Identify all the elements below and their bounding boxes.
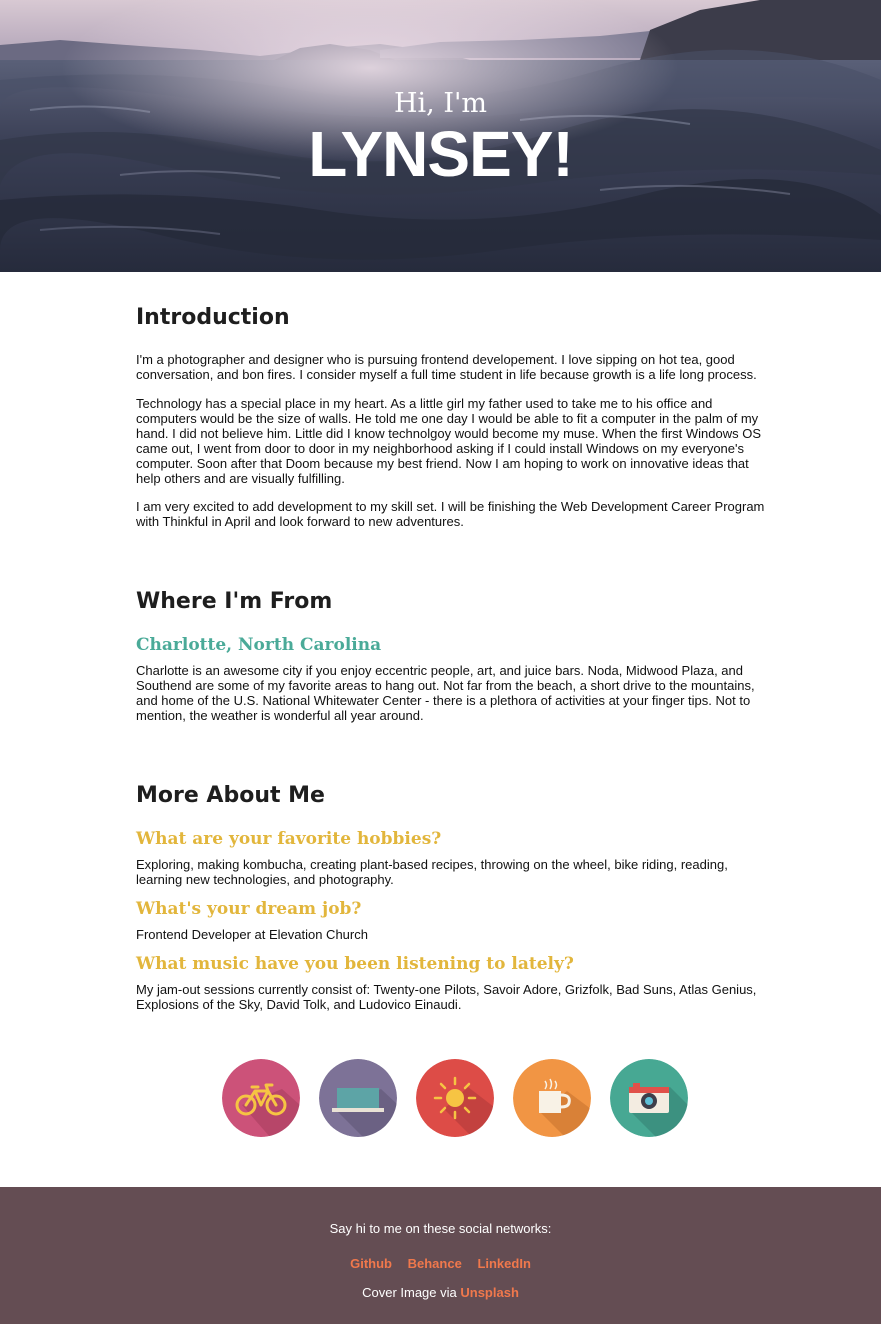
cover-credit: Cover Image via Unsplash xyxy=(0,1285,881,1300)
from-title: Where I'm From xyxy=(136,589,333,614)
behance-link[interactable]: Behance xyxy=(408,1256,462,1271)
question-music: What music have you been listening to la… xyxy=(136,954,574,974)
unsplash-link[interactable]: Unsplash xyxy=(460,1285,519,1300)
intro-title: Introduction xyxy=(136,305,290,330)
sun-icon xyxy=(416,1059,494,1137)
answer-hobbies: Exploring, making kombucha, creating pla… xyxy=(136,857,728,887)
github-link[interactable]: Github xyxy=(350,1256,392,1271)
hero-greeting: Hi, I'm xyxy=(393,88,488,119)
linkedin-link[interactable]: LinkedIn xyxy=(477,1256,530,1271)
footer-social-text: Say hi to me on these social networks: xyxy=(329,1221,552,1236)
answer-music: My jam-out sessions currently consist of… xyxy=(136,982,757,1012)
cover-credit-text: Cover Image via xyxy=(362,1285,457,1300)
from-text: Charlotte is an awesome city if you enjo… xyxy=(136,663,755,723)
question-hobbies: What are your favorite hobbies? xyxy=(136,829,442,849)
hero-banner: Hi, I'm LYNSEY! xyxy=(0,0,881,272)
laptop-icon xyxy=(319,1059,397,1137)
intro-paragraph-2: Technology has a special place in my hea… xyxy=(136,396,762,486)
from-place: Charlotte, North Carolina xyxy=(136,635,382,655)
coffee-cup-icon xyxy=(513,1059,591,1137)
bicycle-icon xyxy=(222,1059,300,1137)
answer-dream-job: Frontend Developer at Elevation Church xyxy=(136,927,368,942)
hobby-icons xyxy=(222,1059,692,1139)
intro-paragraph-3: I am very excited to add development to … xyxy=(136,499,765,529)
more-title: More About Me xyxy=(136,783,325,808)
social-links: Github Behance LinkedIn xyxy=(0,1256,881,1271)
hero-name: LYNSEY! xyxy=(308,118,574,190)
intro-paragraph-1: I'm a photographer and designer who is p… xyxy=(136,352,757,382)
camera-icon xyxy=(610,1059,688,1137)
footer: Say hi to me on these social networks: G… xyxy=(0,1187,881,1324)
question-dream-job: What's your dream job? xyxy=(136,899,362,919)
